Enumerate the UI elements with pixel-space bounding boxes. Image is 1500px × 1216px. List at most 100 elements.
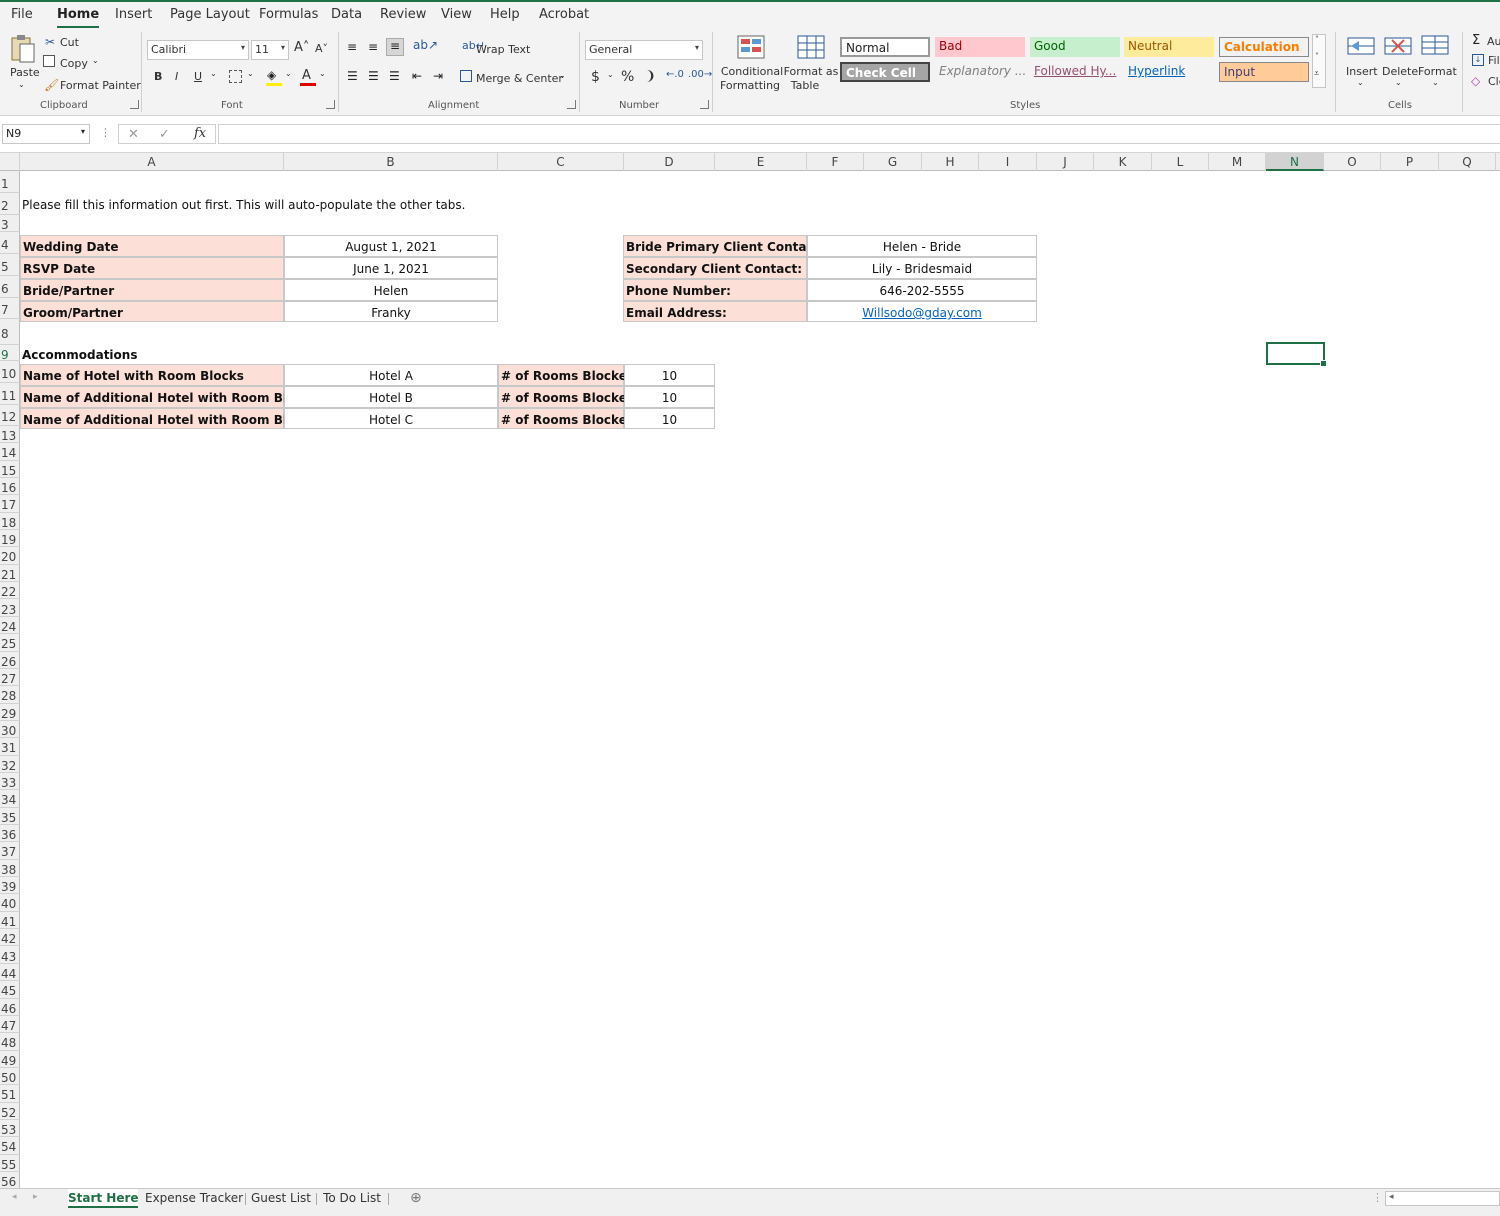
rooms-blocked-value[interactable]: 10 [624,386,715,408]
underline-chevron-icon[interactable]: ⌄ [210,69,217,78]
row-header[interactable]: 4 [0,232,20,254]
insert-function-icon[interactable]: fx [194,126,206,141]
hotel-name[interactable]: Hotel A [284,364,498,386]
row-header[interactable]: 37 [0,842,20,860]
decrease-decimal-icon[interactable]: .00→ [688,69,712,80]
currency-button[interactable]: $ [591,69,600,85]
row-header[interactable]: 15 [0,461,20,479]
worksheet-grid[interactable]: A B C D E F G H I J K L M N O P Q 123456… [0,153,1500,1188]
row-header[interactable]: 25 [0,634,20,652]
email-link[interactable]: Willsodo@gday.com [862,306,982,320]
wrap-text-button[interactable]: Wrap Text [476,43,530,56]
number-format-select[interactable]: General ▾ [585,40,703,60]
row-header[interactable]: 30 [0,721,20,739]
row-header[interactable]: 13 [0,426,20,444]
style-explanatory[interactable]: Explanatory ... [935,62,1025,82]
row-header[interactable]: 38 [0,860,20,878]
phone-number-label[interactable]: Phone Number: [623,279,807,301]
currency-chevron-icon[interactable]: ⌄ [607,70,614,79]
number-launcher-icon[interactable] [700,100,709,109]
tab-insert[interactable]: Insert [115,7,152,22]
row-header[interactable]: 41 [0,912,20,930]
hotel-label[interactable]: Name of Hotel with Room Blocks [20,364,284,386]
row-header[interactable]: 19 [0,530,20,548]
sheet-tab-expense-tracker[interactable]: Expense Tracker [145,1189,243,1208]
percent-button[interactable]: % [621,69,634,85]
row-header[interactable]: 3 [0,215,20,232]
email-address-value[interactable]: Willsodo@gday.com [807,301,1037,322]
accommodations-heading[interactable]: Accommodations [22,348,137,362]
sheet-tab-start-here[interactable]: Start Here [68,1189,139,1208]
wedding-date-label[interactable]: Wedding Date [20,235,284,257]
style-neutral[interactable]: Neutral [1124,37,1214,57]
increase-decimal-icon[interactable]: ←.0 [666,69,684,80]
row-header[interactable]: 51 [0,1085,20,1103]
rooms-blocked-label[interactable]: # of Rooms Blocked [498,408,635,429]
rsvp-date-value[interactable]: June 1, 2021 [284,257,498,279]
row-header[interactable]: 32 [0,756,20,773]
row-header[interactable]: 50 [0,1068,20,1086]
align-right-icon[interactable]: ☰ [389,69,400,83]
merge-chevron-icon[interactable]: ⌄ [559,71,566,80]
row-header[interactable]: 54 [0,1137,20,1155]
borders-icon[interactable] [229,70,242,83]
row-header[interactable]: 27 [0,669,20,687]
format-as-table-icon[interactable] [797,35,825,64]
paste-icon[interactable] [10,34,36,67]
paste-button[interactable]: Paste [10,66,40,79]
row-header[interactable]: 8 [0,319,20,345]
instructions-text[interactable]: Please fill this information out first. … [22,198,465,212]
active-cell-n9[interactable] [1266,342,1327,367]
rooms-blocked-label[interactable]: # of Rooms Blocked [498,386,635,408]
row-header[interactable]: 18 [0,513,20,531]
column-header[interactable]: K [1094,153,1152,171]
groom-partner-label[interactable]: Groom/Partner [20,301,284,322]
copy-chevron-icon[interactable]: ⌄ [92,56,99,65]
font-launcher-icon[interactable] [326,100,335,109]
column-header[interactable]: B [284,153,498,171]
italic-button[interactable]: I [175,70,178,83]
format-cells-button[interactable]: Format [1418,65,1457,78]
row-header[interactable]: 9 [0,345,20,362]
row-header[interactable]: 31 [0,738,20,756]
row-header[interactable]: 5 [0,254,20,276]
hotel-name[interactable]: Hotel B [284,386,498,408]
align-left-icon[interactable]: ☰ [347,69,358,83]
style-hyperlink[interactable]: Hyperlink [1124,62,1214,82]
paste-chevron-icon[interactable]: ⌄ [18,80,25,89]
orientation-icon[interactable]: ab↗ [413,38,438,52]
row-header[interactable]: 46 [0,999,20,1016]
bold-button[interactable]: B [154,70,162,83]
row-header[interactable]: 52 [0,1103,20,1120]
rooms-blocked-value[interactable]: 10 [624,408,715,429]
tab-home[interactable]: Home [57,7,100,29]
format-cells-icon[interactable] [1421,33,1449,60]
groom-partner-value[interactable]: Franky [284,301,498,322]
cancel-icon[interactable]: ✕ [128,127,139,142]
cut-button[interactable]: Cut [60,36,79,49]
enter-icon[interactable]: ✓ [159,127,170,142]
primary-contact-value[interactable]: Helen - Bride [807,235,1037,257]
formula-input[interactable] [218,124,1500,144]
add-sheet-icon[interactable]: ⊕ [410,1190,422,1206]
tab-view[interactable]: View [441,7,472,22]
decrease-font-icon[interactable]: A˅ [315,42,328,55]
row-header[interactable]: 33 [0,773,20,791]
bride-partner-label[interactable]: Bride/Partner [20,279,284,301]
scroll-tabs-left-icon[interactable]: ◂ [12,1192,17,1202]
secondary-contact-value[interactable]: Lily - Bridesmaid [807,257,1037,279]
tab-help[interactable]: Help [490,7,520,22]
column-header[interactable]: P [1381,153,1439,171]
row-header[interactable]: 12 [0,405,20,426]
clear-button[interactable]: Cle [1488,75,1500,88]
tab-formulas[interactable]: Formulas [259,7,318,22]
row-header[interactable]: 49 [0,1051,20,1068]
comma-button[interactable]: ❩ [645,69,656,84]
row-header[interactable]: 24 [0,617,20,635]
row-header[interactable]: 28 [0,686,20,704]
column-header[interactable]: E [715,153,807,171]
rooms-blocked-label[interactable]: # of Rooms Blocked [498,364,635,386]
row-header[interactable]: 21 [0,565,20,583]
hotel-name[interactable]: Hotel C [284,408,498,429]
tab-review[interactable]: Review [380,7,426,22]
